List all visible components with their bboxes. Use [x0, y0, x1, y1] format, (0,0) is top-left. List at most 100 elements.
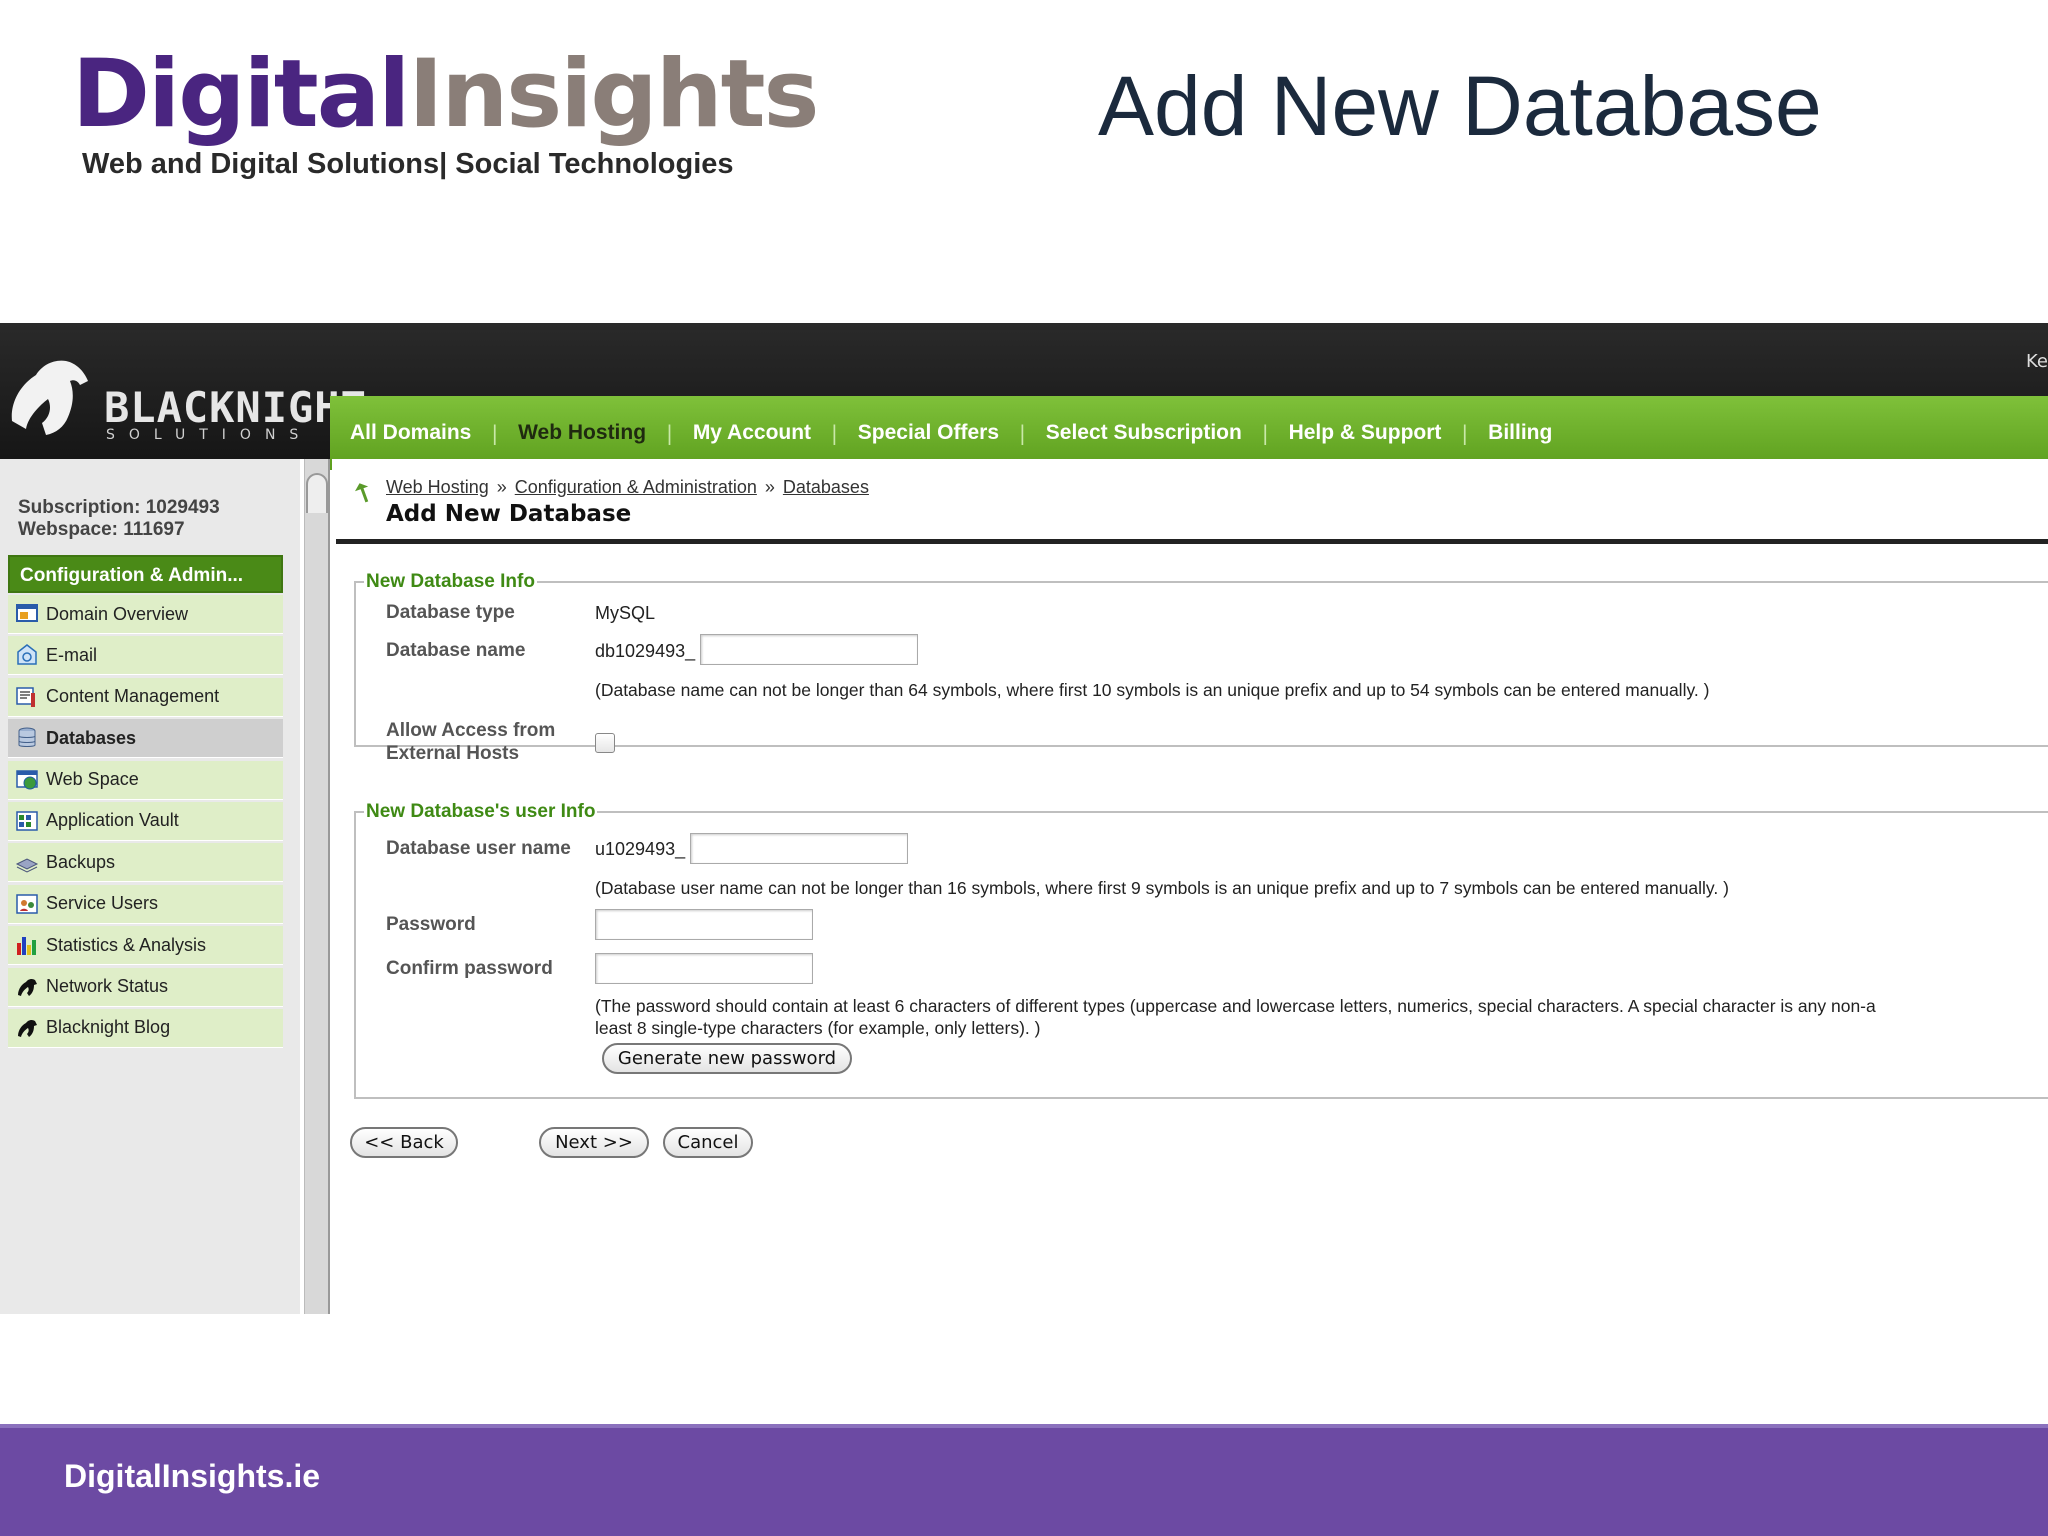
sidebar-item-content-management[interactable]: Content Management	[8, 677, 283, 717]
database-name-input[interactable]	[700, 634, 918, 665]
new-database-info-group: New Database Info Database type MySQL Da…	[354, 571, 2048, 764]
sidebar-item-label: Content Management	[46, 686, 220, 707]
sidebar-item-label: Network Status	[46, 976, 169, 997]
title-divider	[336, 539, 2048, 544]
database-user-note: (Database user name can not be longer th…	[595, 878, 1729, 898]
sidebar-item-email[interactable]: E-mail	[8, 636, 283, 676]
breadcrumb-databases[interactable]: Databases	[783, 477, 869, 497]
nav-separator: |	[1461, 421, 1469, 445]
sidebar-item-label: Blacknight Blog	[46, 1017, 171, 1038]
sidebar-collapse-rail[interactable]	[304, 459, 330, 1314]
breadcrumb-configuration[interactable]: Configuration & Administration	[515, 477, 757, 497]
statistics-icon	[14, 932, 40, 958]
content-management-icon	[14, 684, 40, 710]
breadcrumb: Web Hosting » Configuration & Administrati…	[386, 477, 869, 498]
sidebar-item-backups[interactable]: Backups	[8, 843, 283, 883]
nav-separator: |	[831, 421, 838, 445]
nav-help-support[interactable]: Help & Support	[1289, 421, 1442, 445]
password-label: Password	[386, 914, 476, 935]
sidebar-item-label: Databases	[46, 727, 137, 748]
allow-external-access-checkbox[interactable]	[595, 733, 615, 753]
nav-my-account[interactable]: My Account	[693, 421, 811, 445]
email-icon	[14, 642, 40, 668]
horse-head-icon	[11, 360, 88, 435]
sidebar-item-application-vault[interactable]: Application Vault	[8, 801, 283, 841]
database-user-name-input[interactable]	[690, 833, 908, 864]
sidebar-item-web-space[interactable]: Web Space	[8, 760, 283, 800]
sidebar-section-title[interactable]: Configuration & Admin...	[8, 555, 283, 593]
web-space-icon	[14, 767, 40, 793]
backups-icon	[14, 849, 40, 875]
sidebar-item-label: Domain Overview	[46, 603, 189, 624]
database-type-label: Database type	[386, 602, 515, 623]
sidebar-item-label: Statistics & Analysis	[46, 934, 207, 955]
new-database-user-info-legend: New Database's user Info	[366, 801, 596, 822]
nav-separator: |	[1261, 421, 1269, 445]
main-content: Web Hosting » Configuration & Administrati…	[332, 459, 2048, 1314]
confirm-password-input[interactable]	[595, 953, 813, 984]
control-panel-screenshot: BLACKNIGHT SOLUTIONS Ke All Domains | We…	[0, 323, 2048, 1314]
sidebar-collapse-handle[interactable]	[306, 473, 328, 513]
sidebar: Subscription: 1029493 Webspace: 111697 C…	[0, 459, 300, 1314]
database-name-note: (Database name can not be longer than 64…	[595, 680, 1710, 700]
new-database-info-legend: New Database Info	[366, 571, 535, 592]
breadcrumb-separator: »	[764, 477, 775, 497]
blacknight-subtitle: SOLUTIONS	[106, 427, 313, 443]
confirm-password-label: Confirm password	[386, 958, 553, 979]
sidebar-item-network-status[interactable]: Network Status	[8, 967, 283, 1007]
next-button[interactable]: Next >>	[539, 1127, 649, 1158]
slide-title: Add New Database	[1098, 59, 1822, 153]
password-input[interactable]	[595, 909, 813, 940]
user-name-fragment: Ke	[2026, 351, 2048, 372]
sidebar-item-statistics[interactable]: Statistics & Analysis	[8, 926, 283, 966]
logo-tagline: Web and Digital Solutions| Social Techno…	[82, 148, 734, 180]
nav-billing[interactable]: Billing	[1488, 421, 1552, 445]
subscription-id: Subscription: 1029493	[18, 497, 220, 518]
database-type-value: MySQL	[595, 603, 656, 623]
nav-select-subscription[interactable]: Select Subscription	[1046, 421, 1242, 445]
allow-access-label-line1: Allow Access from	[386, 720, 556, 741]
horse-icon	[14, 974, 40, 1000]
breadcrumb-separator: »	[496, 477, 507, 497]
allow-access-label-line2: External Hosts	[386, 743, 520, 764]
logo-part-digital: Digital	[72, 40, 410, 149]
up-level-arrow-icon[interactable]	[350, 481, 374, 505]
generate-password-button[interactable]: Generate new password	[602, 1043, 852, 1074]
blacknight-logo[interactable]: BLACKNIGHT SOLUTIONS	[0, 343, 366, 443]
logo-wordmark: DigitalInsights	[72, 48, 820, 142]
cancel-button[interactable]: Cancel	[663, 1127, 753, 1158]
breadcrumb-web-hosting[interactable]: Web Hosting	[386, 477, 489, 497]
database-name-prefix: db1029493_	[595, 641, 696, 661]
nav-web-hosting[interactable]: Web Hosting	[518, 421, 646, 445]
sidebar-item-label: Application Vault	[46, 810, 179, 831]
allow-access-label: Allow Access from External Hosts	[386, 719, 555, 765]
sidebar-item-blacknight-blog[interactable]: Blacknight Blog	[8, 1008, 283, 1048]
sidebar-item-label: Web Space	[46, 769, 139, 790]
database-name-label: Database name	[386, 640, 526, 661]
databases-icon	[14, 725, 40, 751]
sidebar-item-label: E-mail	[46, 644, 98, 665]
application-vault-icon	[14, 808, 40, 834]
database-user-prefix: u1029493_	[595, 839, 686, 859]
sidebar-item-label: Backups	[46, 851, 116, 872]
back-button[interactable]: << Back	[350, 1127, 458, 1158]
nav-separator: |	[491, 421, 499, 445]
password-rules-line2: least 8 single-type characters (for exam…	[595, 1018, 1041, 1038]
new-database-user-info-group: New Database's user Info Database user n…	[354, 801, 2048, 1099]
horse-icon	[14, 1015, 40, 1041]
password-rules-note: (The password should contain at least 6 …	[595, 995, 1876, 1039]
subscription-info: Subscription: 1029493 Webspace: 111697	[18, 497, 220, 541]
sidebar-item-domain-overview[interactable]: Domain Overview	[8, 595, 283, 634]
sidebar-menu: Domain Overview E-mail Content Managemen…	[8, 595, 283, 1050]
footer-website: DigitalInsights.ie	[64, 1458, 321, 1494]
sidebar-item-service-users[interactable]: Service Users	[8, 884, 283, 924]
sidebar-item-label: Service Users	[46, 893, 159, 914]
slide-footer: DigitalInsights.ie	[0, 1424, 2048, 1536]
nav-special-offers[interactable]: Special Offers	[858, 421, 999, 445]
password-rules-line1: (The password should contain at least 6 …	[595, 996, 1876, 1016]
webspace-id: Webspace: 111697	[18, 519, 185, 540]
service-users-icon	[14, 891, 40, 917]
sidebar-item-databases[interactable]: Databases	[8, 719, 283, 759]
nav-all-domains[interactable]: All Domains	[350, 421, 471, 445]
blacknight-wordmark: BLACKNIGHT	[104, 383, 367, 432]
